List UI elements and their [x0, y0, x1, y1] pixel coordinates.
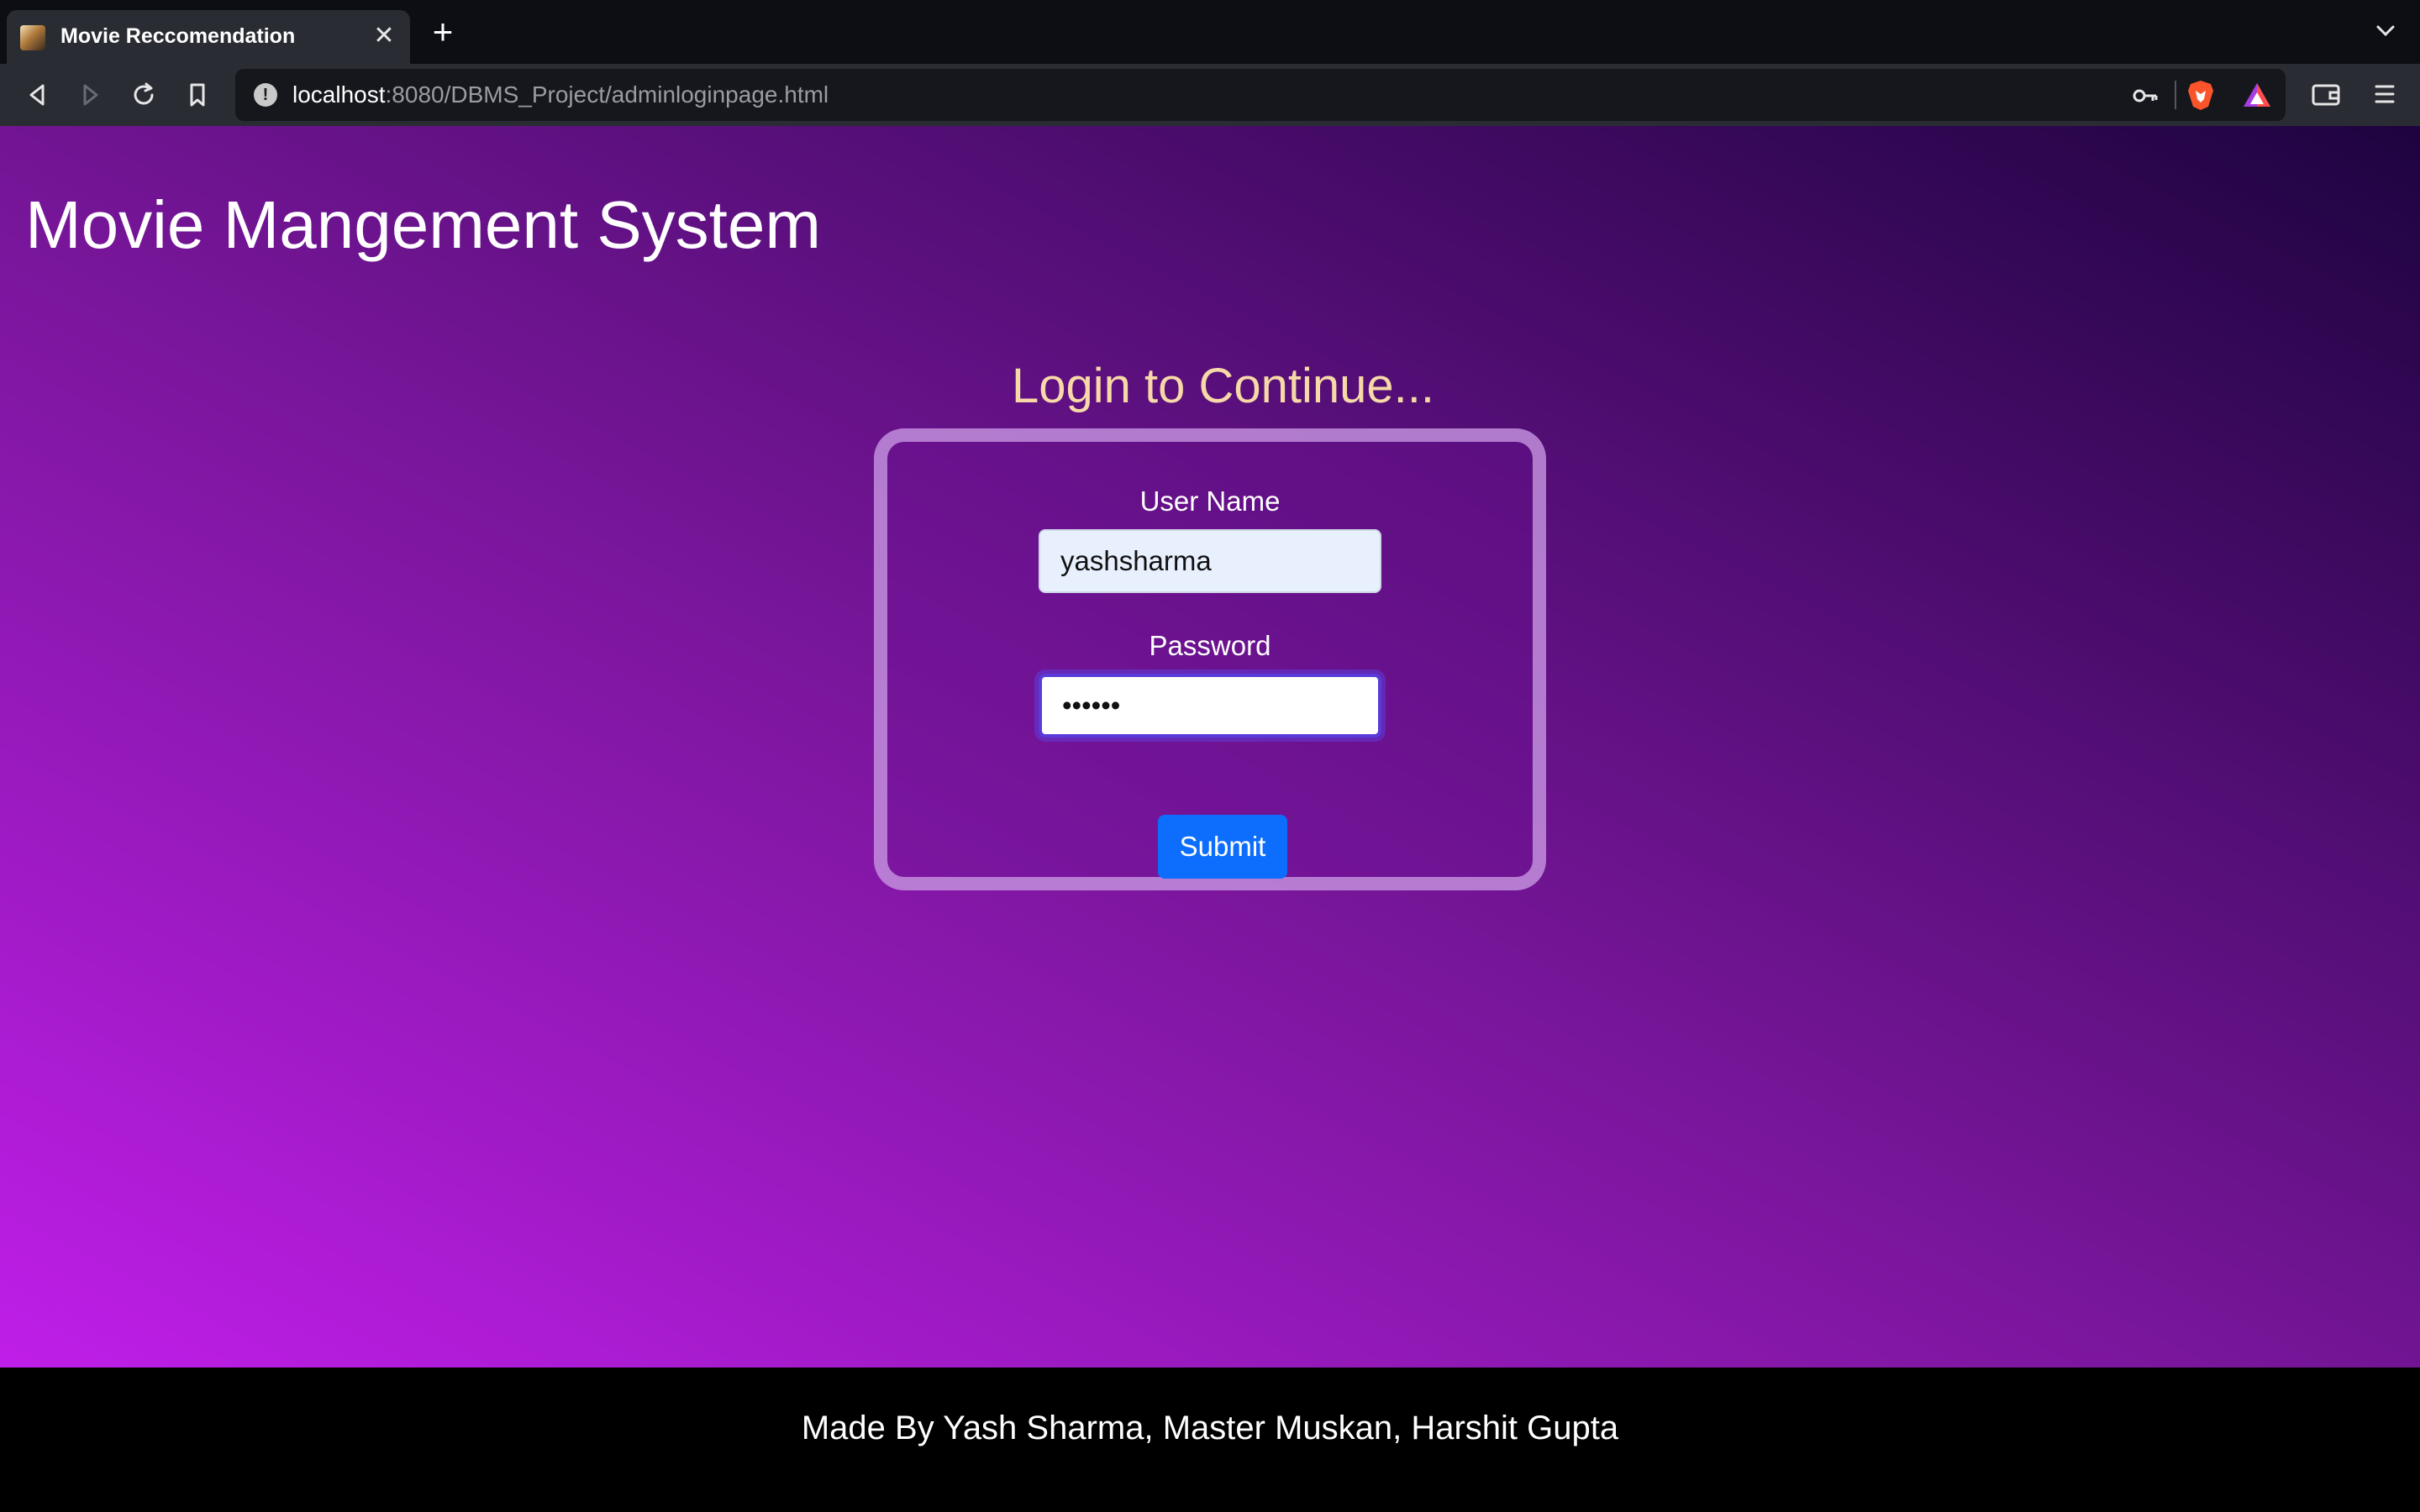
tab-title: Movie Reccomendation [60, 24, 296, 48]
password-input[interactable] [1039, 674, 1381, 738]
password-label: Password [1149, 630, 1271, 661]
login-form: User Name Password Submit [874, 428, 1546, 890]
address-bar-divider [2175, 81, 2176, 109]
key-icon[interactable] [2131, 81, 2160, 110]
username-input[interactable] [1039, 529, 1381, 593]
new-tab-icon[interactable]: + [425, 14, 460, 50]
url-text[interactable]: localhost:8080/DBMS_Project/adminloginpa… [292, 81, 829, 108]
browser-tabstrip: Movie Reccomendation ✕ + [0, 0, 2420, 64]
tab-list-chevron-icon[interactable] [2373, 18, 2398, 44]
browser-toolbar: ! localhost:8080/DBMS_Project/adminlogin… [0, 64, 2420, 126]
footer: Made By Yash Sharma, Master Muskan, Hars… [0, 1368, 2420, 1512]
site-info-icon[interactable]: ! [254, 83, 277, 107]
brave-rewards-icon[interactable] [2242, 81, 2272, 109]
browser-tab[interactable]: Movie Reccomendation ✕ [7, 10, 410, 64]
address-bar[interactable]: ! localhost:8080/DBMS_Project/adminlogin… [235, 69, 2286, 121]
reload-icon[interactable] [126, 77, 161, 113]
wallet-icon[interactable] [2309, 77, 2343, 111]
site-title: Movie Mangement System [25, 187, 822, 262]
url-host: localhost [292, 81, 386, 108]
brave-shields-icon[interactable] [2186, 79, 2215, 111]
username-label: User Name [1139, 486, 1281, 517]
url-path: :8080/DBMS_Project/adminloginpage.html [385, 81, 829, 108]
back-icon[interactable] [20, 77, 55, 113]
close-tab-icon[interactable]: ✕ [370, 22, 398, 50]
page-body: Movie Mangement System Login to Continue… [0, 126, 2420, 1368]
bookmark-icon[interactable] [180, 77, 215, 113]
menu-icon[interactable] [2368, 77, 2402, 111]
forward-icon[interactable] [72, 77, 108, 113]
login-heading: Login to Continue... [1012, 359, 1435, 413]
footer-credits: Made By Yash Sharma, Master Muskan, Hars… [801, 1410, 1619, 1446]
submit-button[interactable]: Submit [1158, 815, 1287, 879]
movie-favicon-icon [20, 25, 45, 50]
